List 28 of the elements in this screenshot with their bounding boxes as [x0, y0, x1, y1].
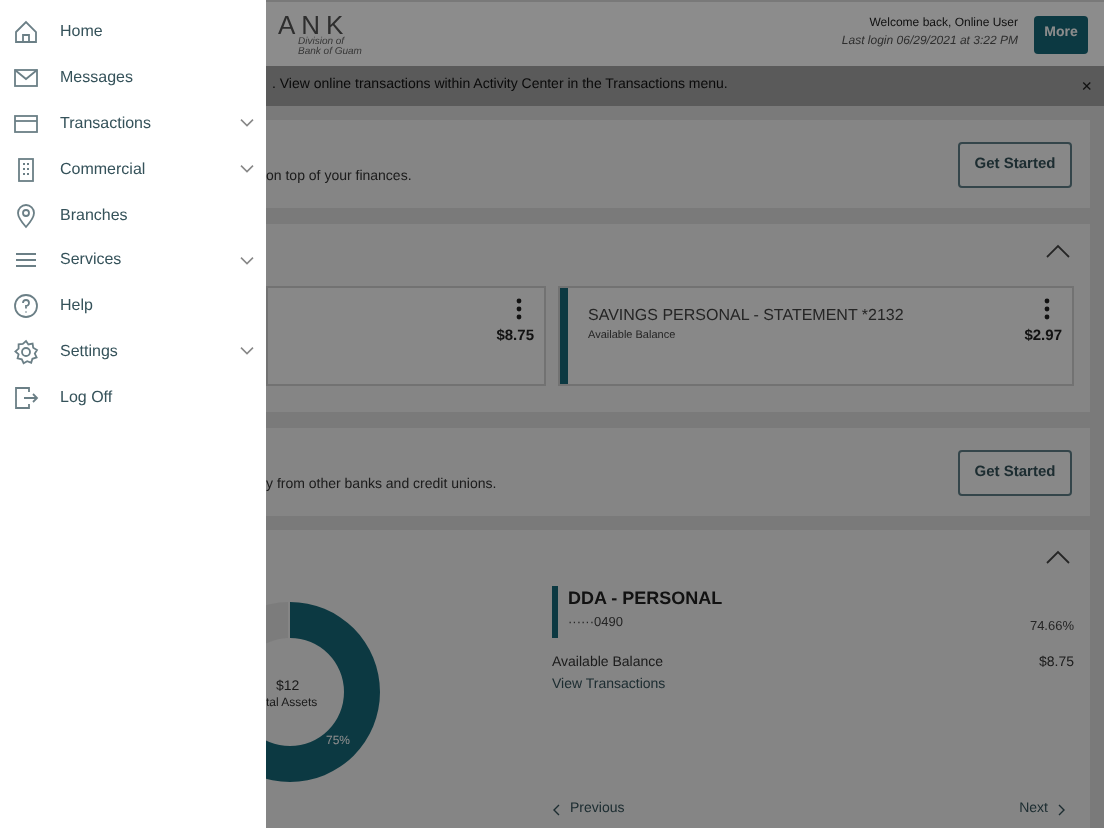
card-icon: [12, 109, 40, 138]
accent-bar: [552, 586, 558, 638]
menu-item[interactable]: Branches: [0, 192, 266, 238]
menu-item[interactable]: Help: [0, 283, 266, 330]
accent-bar: [560, 288, 568, 384]
menu-item[interactable]: Messages: [0, 55, 266, 102]
logo-text: ANK: [278, 11, 352, 37]
menu-item[interactable]: Home: [0, 10, 266, 56]
account-name: DDA - PERSONAL: [568, 586, 723, 612]
help-icon: [12, 292, 40, 321]
menu-item[interactable]: Settings: [0, 329, 266, 375]
chevron-up-icon[interactable]: [1046, 244, 1070, 258]
account-title: SAVINGS PERSONAL - STATEMENT *2132: [588, 304, 906, 328]
menu-item[interactable]: Log Off: [0, 374, 266, 421]
location-pin-icon: [12, 201, 40, 230]
menu-item[interactable]: Commercial: [0, 146, 266, 193]
home-icon: [12, 18, 40, 47]
menu-item[interactable]: Services: [0, 237, 266, 284]
more-options-icon[interactable]: [1044, 298, 1050, 320]
settings-icon: [12, 337, 40, 366]
more-options-icon[interactable]: [516, 298, 522, 320]
logout-icon: [12, 383, 40, 412]
chevron-left-icon: [552, 803, 560, 816]
building-icon: [12, 155, 40, 184]
envelope-icon: [12, 64, 40, 93]
menu-item[interactable]: Transactions: [0, 101, 266, 147]
chevron-up-icon[interactable]: [1046, 550, 1070, 564]
chevron-right-icon: [1058, 803, 1066, 816]
